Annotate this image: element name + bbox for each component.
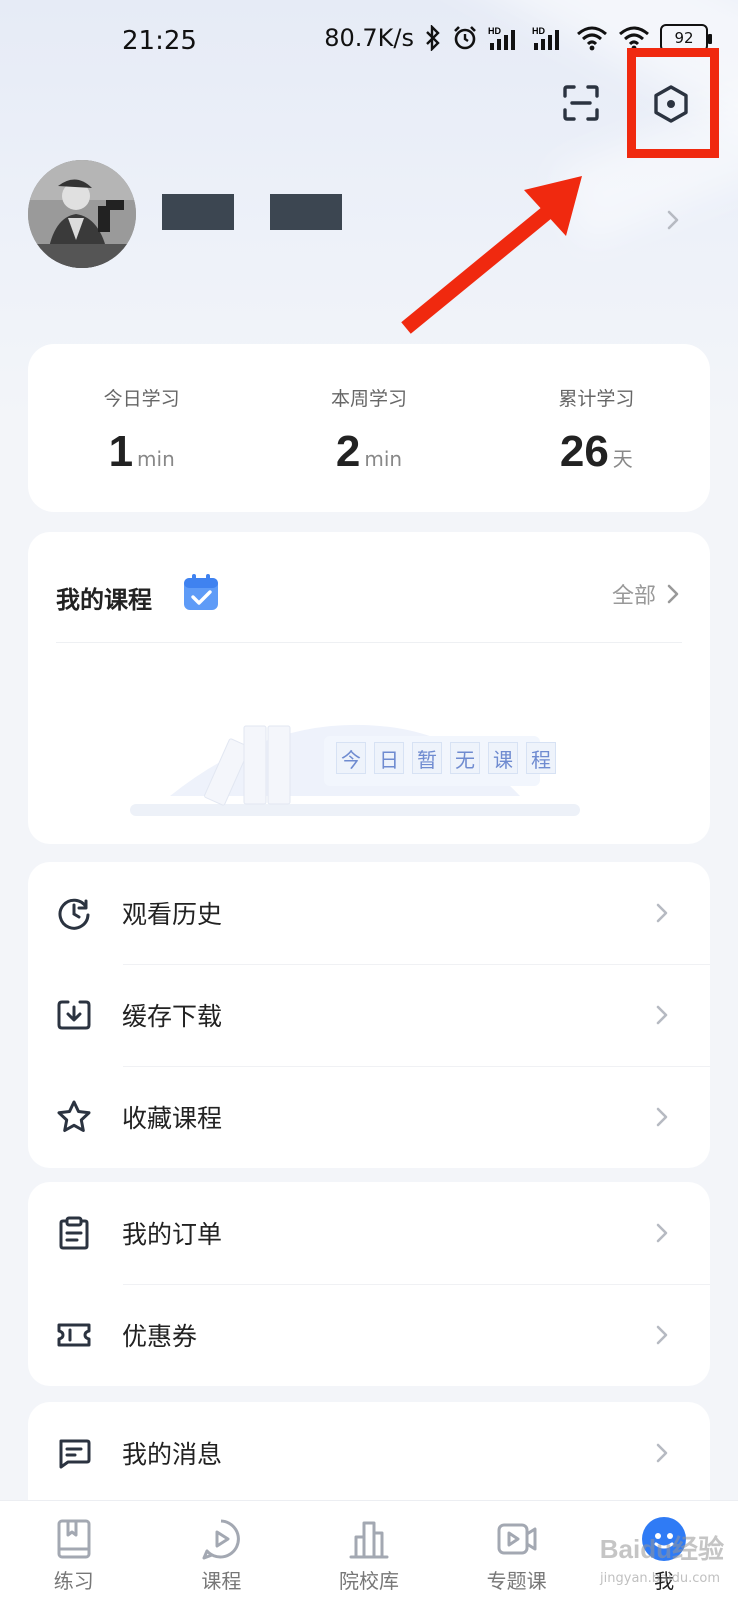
coupon-icon: [57, 1323, 91, 1347]
signal-hd-icon: HD: [488, 26, 515, 50]
avatar[interactable]: [28, 160, 136, 268]
nav-courses[interactable]: 课程: [148, 1501, 296, 1600]
order-icon: [59, 1216, 89, 1250]
menu-label: 我的订单: [122, 1220, 223, 1249]
menu-label: 观看历史: [122, 900, 223, 929]
stat-value: 1: [108, 427, 134, 476]
menu-item-coupons[interactable]: 优惠券: [28, 1284, 710, 1386]
svg-text:HD: HD: [532, 26, 545, 36]
chevron-right-icon: [656, 1005, 668, 1025]
menu-label: 我的消息: [122, 1440, 223, 1469]
message-icon: [59, 1439, 91, 1469]
download-icon: [57, 1000, 91, 1030]
menu-card-media: 观看历史 缓存下载 收藏课程: [28, 862, 710, 1168]
empty-char: 课: [488, 742, 518, 774]
menu-label: 收藏课程: [122, 1104, 223, 1133]
menu-item-watch-history[interactable]: 观看历史: [28, 862, 710, 964]
menu-item-favorite-courses[interactable]: 收藏课程: [28, 1066, 710, 1168]
menu-item-download-cache[interactable]: 缓存下载: [28, 964, 710, 1066]
empty-char: 暂: [412, 742, 442, 774]
username-redacted-2: [270, 194, 342, 230]
star-icon: [57, 1100, 91, 1132]
menu-item-my-messages[interactable]: 我的消息: [28, 1402, 710, 1504]
chevron-right-icon: [667, 584, 679, 604]
menu-label: 缓存下载: [122, 1002, 223, 1031]
my-courses-title: 我的课程: [56, 586, 152, 614]
stat-label: 本周学习: [330, 388, 407, 410]
stat-today: 今日学习 1 min: [28, 344, 255, 512]
wifi-icon: [577, 26, 607, 51]
stat-unit: min: [137, 447, 175, 471]
chevron-right-icon: [656, 1223, 668, 1243]
stat-unit: 天: [612, 447, 633, 471]
scan-icon[interactable]: [562, 84, 600, 122]
stat-label: 累计学习: [558, 388, 635, 410]
nav-label: 课程: [201, 1569, 242, 1593]
baidu-watermark: Baidu经验: [599, 1534, 724, 1564]
empty-char: 日: [374, 742, 404, 774]
annotation-arrow: [401, 176, 582, 334]
annotation-highlight-box: [627, 48, 719, 158]
menu-card-orders: 我的订单 优惠券: [28, 1182, 710, 1386]
stat-value: 26: [559, 427, 609, 476]
study-stats-card: 今日学习 1 min 本周学习 2 min 累计学习 26 天: [28, 344, 710, 512]
nav-topic-courses[interactable]: 专题课: [443, 1501, 591, 1600]
baidu-watermark-url: jingyan.baidu.com: [600, 1571, 720, 1586]
my-courses-card: 我的课程 全部 今 日 暂 无 课 程: [28, 532, 710, 844]
stat-total: 累计学习 26 天: [483, 344, 710, 512]
svg-text:HD: HD: [488, 26, 501, 36]
alarm-icon: [454, 26, 476, 50]
empty-char: 无: [450, 742, 480, 774]
stat-label: 今日学习: [103, 388, 180, 410]
profile-chevron-icon[interactable]: [664, 208, 682, 232]
nav-label: 专题课: [486, 1569, 547, 1593]
video-camera-icon: [497, 1523, 537, 1555]
clock-icon: [58, 898, 90, 930]
all-courses-label: 全部: [611, 584, 656, 609]
nav-practice[interactable]: 练习: [0, 1501, 148, 1600]
menu-item-my-orders[interactable]: 我的订单: [28, 1182, 710, 1284]
bottom-nav: 练习 课程 院校库 专题课 我 Baidu经验 jingyan.baidu.co…: [0, 1500, 738, 1600]
building-icon: [349, 1521, 389, 1559]
chevron-right-icon: [656, 903, 668, 923]
chevron-right-icon: [656, 1443, 668, 1463]
status-time: 21:25: [122, 26, 197, 56]
chevron-right-icon: [656, 1107, 668, 1127]
play-bubble-icon: [202, 1519, 241, 1560]
chevron-right-icon: [656, 1325, 668, 1345]
bluetooth-icon: [426, 25, 440, 51]
nav-label: 练习: [53, 1569, 94, 1593]
all-courses-link[interactable]: 全部: [612, 578, 680, 610]
menu-label: 优惠券: [122, 1322, 198, 1351]
username-redacted-1: [162, 194, 234, 230]
book-icon: [57, 1519, 91, 1559]
empty-courses-text: 今 日 暂 无 课 程: [336, 742, 556, 774]
stat-week: 本周学习 2 min: [255, 344, 482, 512]
calendar-check-icon: [184, 574, 218, 610]
empty-char: 程: [526, 742, 556, 774]
empty-char: 今: [336, 742, 366, 774]
divider: [56, 642, 682, 643]
nav-label: 院校库: [338, 1569, 399, 1593]
stat-unit: min: [364, 447, 403, 471]
network-speed: 80.7K/s: [324, 24, 414, 52]
signal-hd-icon-2: HD: [532, 26, 559, 50]
avatar-photo: [28, 160, 136, 268]
nav-schools[interactable]: 院校库: [295, 1501, 443, 1600]
stat-value: 2: [335, 427, 361, 476]
